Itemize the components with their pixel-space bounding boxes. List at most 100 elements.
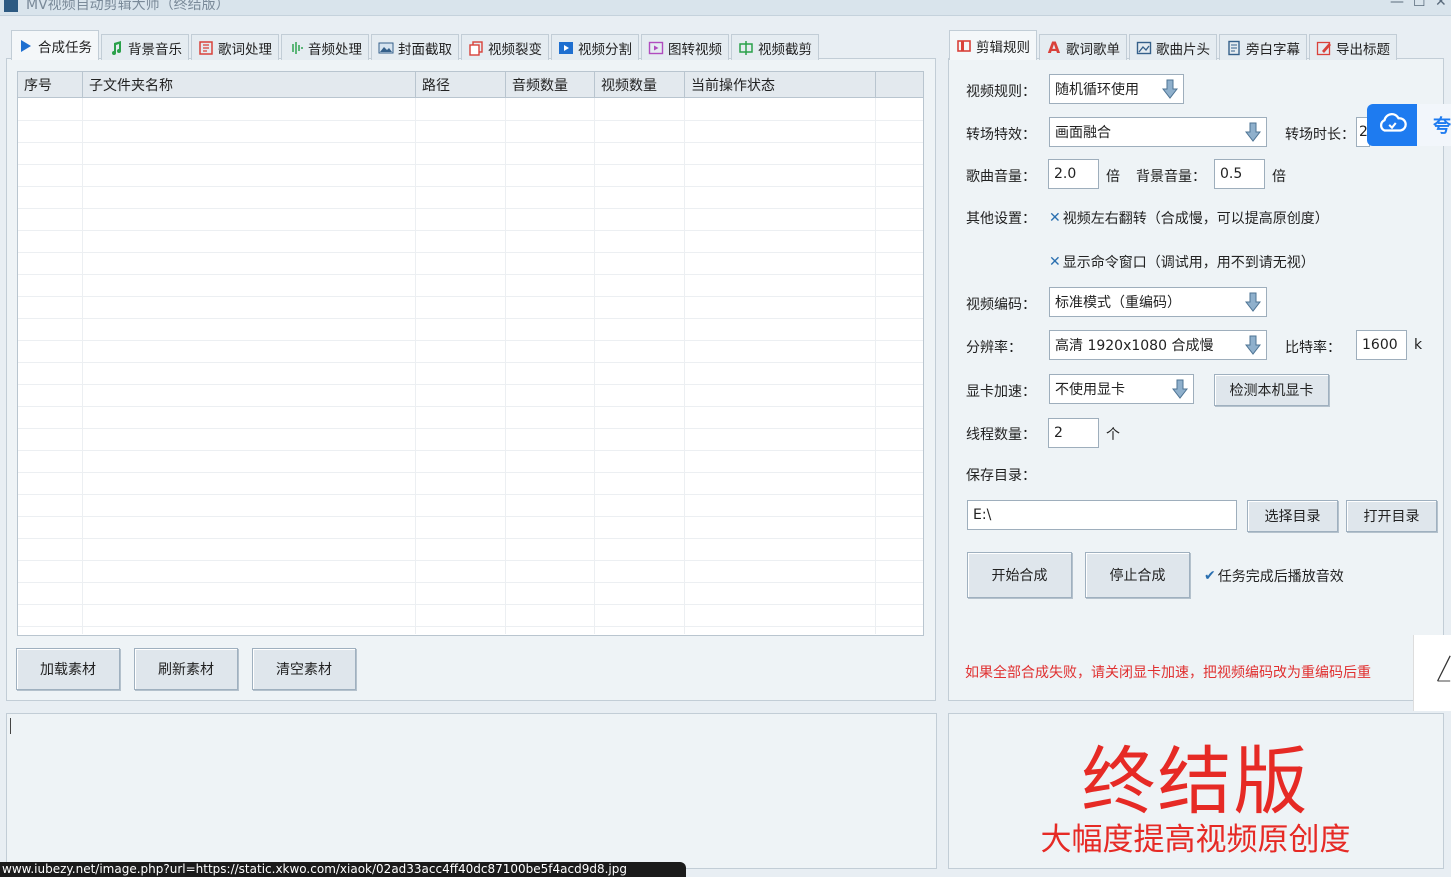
bitrate-input[interactable]: 1600 — [1356, 330, 1407, 360]
title-bar: MV视频自动剪辑大师（终结版） — ☐ ✕ — [0, 0, 1451, 16]
col-folder-name[interactable]: 子文件夹名称 — [83, 72, 416, 97]
tab-label: 图转视频 — [668, 41, 722, 58]
chevron-down-icon — [1159, 77, 1181, 101]
tab-video-split[interactable]: 视频分割 — [551, 34, 639, 60]
tab-audio[interactable]: 音频处理 — [281, 34, 369, 60]
grid-row-line — [18, 384, 923, 385]
encode-label: 视频编码： — [966, 297, 1036, 313]
tab-label: 视频截剪 — [758, 41, 812, 58]
maximize-button[interactable]: ☐ — [1413, 0, 1426, 10]
tab-cover[interactable]: 封面截取 — [371, 34, 459, 60]
save-dir-input[interactable]: E:\ — [967, 500, 1237, 530]
col-audio-count[interactable]: 音频数量 — [506, 72, 595, 97]
video-rule-select[interactable]: 随机循环使用 — [1049, 74, 1184, 104]
gpu-select[interactable]: 不使用显卡 — [1049, 374, 1194, 404]
crop-icon — [738, 40, 754, 56]
grid-column-line — [82, 98, 83, 634]
grid-row-line — [18, 208, 923, 209]
tab-image-to-video[interactable]: 图转视频 — [641, 34, 729, 60]
chevron-down-icon — [1242, 333, 1264, 357]
clear-material-button[interactable]: 清空素材 — [252, 648, 356, 690]
grid-row-line — [18, 142, 923, 143]
start-compose-button[interactable]: 开始合成 — [967, 552, 1072, 598]
log-area[interactable] — [6, 713, 937, 869]
play-sound-checkbox[interactable]: ✔ 任务完成后播放音效 — [1204, 566, 1344, 586]
show-console-checkbox[interactable]: ✕ 显示命令窗口（调试用，用不到请无视） — [1049, 252, 1315, 272]
col-status[interactable]: 当前操作状态 — [685, 72, 876, 97]
open-dir-button[interactable]: 打开目录 — [1346, 500, 1437, 532]
film-icon — [956, 38, 972, 54]
col-path[interactable]: 路径 — [416, 72, 506, 97]
tab-label: 歌曲片头 — [1156, 41, 1210, 58]
bitrate-unit: k — [1414, 337, 1423, 353]
song-volume-label: 歌曲音量： — [966, 169, 1036, 185]
window-title: MV视频自动剪辑大师（终结版） — [26, 0, 230, 13]
grid-row-line — [18, 164, 923, 165]
tab-label: 视频裂变 — [488, 41, 542, 58]
chevron-down-icon — [1169, 377, 1191, 401]
status-url: www.iubezy.net/image.php?url=https://sta… — [0, 862, 686, 877]
cloud-sync-button[interactable] — [1367, 104, 1417, 146]
flip-video-checkbox[interactable]: ✕ 视频左右翻转（合成慢，可以提高原创度） — [1049, 208, 1329, 228]
close-button[interactable]: ✕ — [1435, 0, 1447, 10]
tab-video-crop[interactable]: 视频截剪 — [731, 34, 819, 60]
grid-row-line — [18, 450, 923, 451]
grid-row-line — [18, 626, 923, 627]
tab-video-fission[interactable]: 视频裂变 — [461, 34, 549, 60]
cloud-icon — [1377, 111, 1407, 139]
picture-icon — [1136, 40, 1152, 56]
tab-label: 歌词歌单 — [1066, 41, 1120, 58]
grid-row-line — [18, 472, 923, 473]
refresh-material-button[interactable]: 刷新素材 — [134, 648, 238, 690]
tab-lyrics-playlist[interactable]: A 歌词歌单 — [1039, 34, 1127, 60]
cross-icon: ✕ — [1049, 210, 1061, 226]
tab-compose-task[interactable]: 合成任务 — [11, 30, 99, 60]
document-icon — [1226, 40, 1242, 56]
encode-select[interactable]: 标准模式（重编码） — [1049, 287, 1267, 317]
detect-gpu-button[interactable]: 检测本机显卡 — [1214, 374, 1329, 406]
grid-row-line — [18, 538, 923, 539]
tab-lyrics[interactable]: 歌词处理 — [191, 34, 279, 60]
cloud-side-tab[interactable]: 夸 — [1417, 104, 1451, 146]
tab-narration-subtitle[interactable]: 旁白字幕 — [1219, 34, 1307, 60]
grid-row-line — [18, 516, 923, 517]
grid-column-line — [684, 98, 685, 634]
edit-icon — [1316, 40, 1332, 56]
tab-label: 导出标题 — [1336, 41, 1390, 58]
gpu-label: 显卡加速： — [966, 384, 1036, 400]
select-value: 不使用显卡 — [1055, 382, 1125, 398]
stop-compose-button[interactable]: 停止合成 — [1085, 552, 1190, 598]
transition-label: 转场特效： — [966, 127, 1036, 143]
split-icon — [558, 40, 574, 56]
resolution-select[interactable]: 高清 1920x1080 合成慢 — [1049, 330, 1267, 360]
tab-label: 合成任务 — [38, 39, 92, 56]
tab-background-music[interactable]: 背景音乐 — [101, 34, 189, 60]
play-icon — [18, 38, 34, 54]
bg-volume-input[interactable]: 0.5 — [1214, 159, 1265, 189]
table-body[interactable] — [18, 98, 923, 634]
grid-column-line — [875, 98, 876, 634]
minimize-button[interactable]: — — [1390, 0, 1404, 10]
cross-icon: ✕ — [1049, 254, 1061, 270]
col-video-count[interactable]: 视频数量 — [595, 72, 685, 97]
image-to-video-icon — [648, 40, 664, 56]
transition-select[interactable]: 画面融合 — [1049, 117, 1267, 147]
music-note-icon — [108, 40, 124, 56]
grid-row-line — [18, 230, 923, 231]
save-dir-label: 保存目录： — [966, 468, 1036, 484]
tab-edit-rules[interactable]: 剪辑规则 — [949, 30, 1037, 60]
choose-dir-button[interactable]: 选择目录 — [1247, 500, 1338, 532]
side-floating-card[interactable] — [1413, 635, 1451, 711]
promo-subtitle: 大幅度提高视频原创度 — [1040, 822, 1351, 858]
table-header: 序号 子文件夹名称 路径 音频数量 视频数量 当前操作状态 — [18, 72, 923, 98]
grid-row-line — [18, 560, 923, 561]
song-volume-input[interactable]: 2.0 — [1048, 159, 1099, 189]
tab-label: 音频处理 — [308, 41, 362, 58]
tab-export-title[interactable]: 导出标题 — [1309, 34, 1397, 60]
threads-input[interactable]: 2 — [1048, 418, 1099, 448]
tab-song-intro[interactable]: 歌曲片头 — [1129, 34, 1217, 60]
right-tab-bar: 剪辑规则 A 歌词歌单 歌曲片头 旁白字幕 导出标题 — [949, 30, 1397, 60]
load-material-button[interactable]: 加载素材 — [16, 648, 120, 690]
task-table[interactable]: 序号 子文件夹名称 路径 音频数量 视频数量 当前操作状态 — [17, 71, 924, 636]
col-index[interactable]: 序号 — [18, 72, 83, 97]
